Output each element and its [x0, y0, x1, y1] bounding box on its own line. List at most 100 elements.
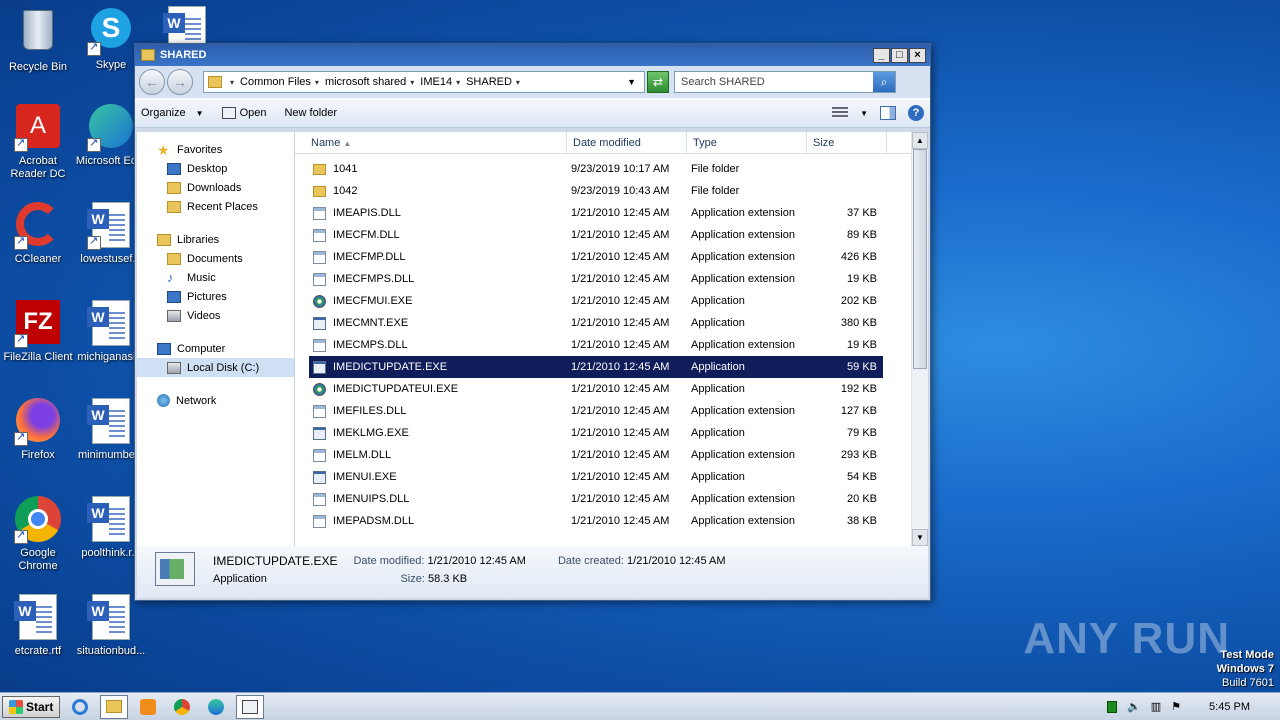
nav-favorites[interactable]: ★ Favorites [137, 140, 294, 159]
videos-icon [167, 309, 181, 322]
clock[interactable]: 5:45 PM [1209, 701, 1250, 713]
chevron-right-icon[interactable]: ▾ [230, 78, 234, 87]
nav-computer[interactable]: Computer [137, 339, 294, 358]
maximize-button[interactable]: □ [891, 47, 908, 63]
nav-desktop[interactable]: Desktop [137, 159, 294, 178]
breadcrumb-ime14[interactable]: IME14 [420, 76, 452, 88]
preview-pane-icon[interactable] [880, 106, 896, 120]
column-label: Date modified [573, 137, 641, 149]
chevron-right-icon[interactable]: ▾ [516, 78, 520, 87]
nav-network[interactable]: Network [137, 391, 294, 410]
file-date: 1/21/2010 12:45 AM [571, 295, 670, 307]
file-row[interactable]: 1041 9/23/2019 10:17 AM File folder [309, 158, 883, 180]
help-icon[interactable]: ? [908, 105, 924, 121]
desktop-icon-acrobat[interactable]: A Acrobat Reader DC [0, 104, 76, 181]
file-row[interactable]: IMECFM.DLL 1/21/2010 12:45 AM Application … [309, 224, 883, 246]
back-button[interactable]: ← [139, 69, 165, 95]
new-folder-button[interactable]: New folder [284, 107, 337, 119]
exe-file-icon [313, 470, 326, 484]
chevron-right-icon[interactable]: ▾ [456, 78, 460, 87]
file-row[interactable]: IMENUIPS.DLL 1/21/2010 12:45 AM Applicatio… [309, 488, 883, 510]
flag-icon[interactable]: ⚑ [1171, 700, 1181, 713]
file-name: 1041 [333, 163, 358, 175]
file-row[interactable]: IMECFMPS.DLL 1/21/2010 12:45 AM Applicatio… [309, 268, 883, 290]
nav-music[interactable]: ♪ Music [137, 268, 294, 287]
nav-downloads[interactable]: Downloads [137, 178, 294, 197]
vertical-scrollbar[interactable]: ▲ ▼ [911, 132, 928, 546]
nav-videos[interactable]: Videos [137, 306, 294, 325]
refresh-button[interactable]: ⇄ [647, 71, 669, 93]
chevron-down-icon[interactable]: ▼ [860, 109, 868, 118]
desktop-icon-ccleaner[interactable]: CCleaner [0, 202, 76, 266]
title-bar[interactable]: SHARED _ □ × [135, 44, 930, 66]
chevron-down-icon: ▼ [195, 108, 204, 118]
address-bar[interactable]: ▾ Common Files ▾ microsoft shared ▾ IME1… [203, 71, 645, 93]
file-row[interactable]: IMENUI.EXE 1/21/2010 12:45 AM Application 5… [309, 466, 883, 488]
file-list: 1041 9/23/2019 10:17 AM File folder 1042 9/2… [295, 154, 928, 532]
nav-pictures[interactable]: Pictures [137, 287, 294, 306]
column-header-type[interactable]: Type [687, 132, 807, 153]
search-placeholder: Search SHARED [681, 76, 765, 88]
scroll-thumb[interactable] [913, 149, 927, 369]
tray-app-icon[interactable] [1107, 700, 1118, 713]
taskbar-edge[interactable] [202, 695, 230, 719]
desktop-icon-chrome[interactable]: Google Chrome [0, 496, 76, 573]
column-header-name[interactable]: Name ▲ [295, 132, 567, 153]
start-button[interactable]: Start [2, 695, 61, 718]
word-document-icon [87, 398, 135, 446]
chevron-right-icon[interactable]: ▾ [410, 78, 414, 87]
organize-button[interactable]: Organize ▼ [141, 107, 204, 119]
column-label: Name [311, 137, 341, 149]
column-header-date[interactable]: Date modified [567, 132, 687, 153]
file-size: 202 KB [840, 295, 877, 307]
network-icon[interactable]: ▥ [1151, 700, 1161, 713]
file-row[interactable]: IMECMNT.EXE 1/21/2010 12:45 AM Application… [309, 312, 883, 334]
change-view-icon[interactable] [832, 107, 849, 119]
details-created-column: Date created: 1/21/2010 12:45 AM [558, 552, 726, 570]
breadcrumb-common-files[interactable]: Common Files [240, 76, 311, 88]
breadcrumb-microsoft-shared[interactable]: microsoft shared [325, 76, 406, 88]
file-row[interactable]: IMEKLMG.EXE 1/21/2010 12:45 AM Application… [309, 422, 883, 444]
scroll-down-icon[interactable]: ▼ [912, 529, 928, 546]
file-row[interactable]: IMEFILES.DLL 1/21/2010 12:45 AM Applicatio… [309, 400, 883, 422]
dll-file-icon [313, 338, 326, 352]
file-row[interactable]: IMEPADSM.DLL 1/21/2010 12:45 AM Applicatio… [309, 510, 883, 532]
breadcrumb-shared[interactable]: SHARED [466, 76, 512, 88]
file-row[interactable]: 1042 9/23/2019 10:43 AM File folder [309, 180, 883, 202]
nav-libraries[interactable]: Libraries [137, 230, 294, 249]
nav-local-disk[interactable]: Local Disk (C:) [137, 358, 294, 377]
scroll-up-icon[interactable]: ▲ [912, 132, 928, 149]
file-row[interactable]: IMECFMP.DLL 1/21/2010 12:45 AM Application… [309, 246, 883, 268]
nav-recent-places[interactable]: Recent Places [137, 197, 294, 216]
desktop-icon-situationbud[interactable]: situationbud... [73, 594, 149, 658]
taskbar-media-player[interactable] [134, 695, 162, 719]
desktop-icon-filezilla[interactable]: FZ FileZilla Client [0, 300, 76, 364]
desktop-icon-firefox[interactable]: Firefox [0, 398, 76, 462]
search-input[interactable]: Search SHARED ⌕ [674, 71, 896, 93]
file-name: 1042 [333, 185, 358, 197]
file-row[interactable]: IMELM.DLL 1/21/2010 12:45 AM Application e… [309, 444, 883, 466]
chevron-right-icon[interactable]: ▾ [315, 78, 319, 87]
forward-button[interactable]: → [167, 69, 193, 95]
file-type: Application [691, 295, 745, 307]
nav-documents[interactable]: Documents [137, 249, 294, 268]
taskbar-explorer[interactable] [100, 694, 129, 719]
speaker-icon[interactable]: 🔈 [1127, 700, 1141, 713]
file-row[interactable]: IMEDICTUPDATEUI.EXE 1/21/2010 12:45 AM App… [309, 378, 883, 400]
chevron-down-icon[interactable]: ▼ [627, 77, 636, 87]
taskbar-imedictupdate[interactable] [236, 694, 265, 719]
file-row[interactable]: IMEAPIS.DLL 1/21/2010 12:45 AM Application… [309, 202, 883, 224]
file-row[interactable]: IMEDICTUPDATE.EXE 1/21/2010 12:45 AM Appli… [309, 356, 883, 378]
taskbar-chrome[interactable] [168, 695, 196, 719]
column-header-size[interactable]: Size [807, 132, 887, 153]
taskbar: Start 🔈 ▥ ⚑ 5:45 PM [0, 692, 1280, 720]
desktop-icon-recycle-bin[interactable]: Recycle Bin [0, 6, 76, 74]
search-icon[interactable]: ⌕ [873, 72, 895, 92]
close-button[interactable]: × [909, 47, 926, 63]
file-row[interactable]: IMECFMUI.EXE 1/21/2010 12:45 AM Applicatio… [309, 290, 883, 312]
open-button[interactable]: Open [221, 107, 266, 119]
taskbar-ie[interactable] [66, 695, 94, 719]
file-row[interactable]: IMECMPS.DLL 1/21/2010 12:45 AM Application… [309, 334, 883, 356]
desktop-icon-etcrate[interactable]: etcrate.rtf [0, 594, 76, 658]
minimize-button[interactable]: _ [873, 47, 890, 63]
